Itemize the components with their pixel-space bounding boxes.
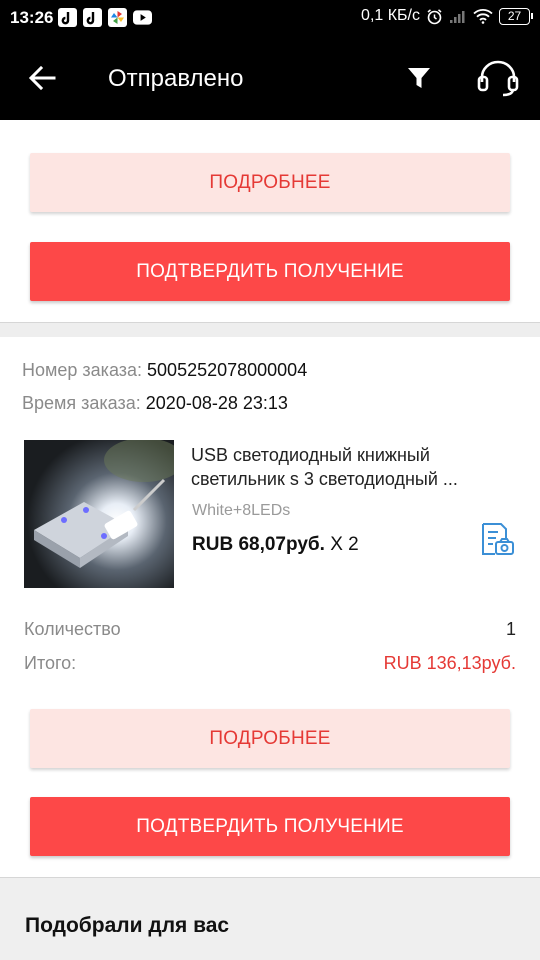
signal-icon bbox=[450, 10, 465, 23]
page-title: Отправлено bbox=[108, 65, 244, 92]
section-gap bbox=[0, 323, 540, 337]
product-variant: White+8LEDs bbox=[192, 502, 291, 519]
headset-icon[interactable] bbox=[476, 58, 520, 98]
quantity-label: Количество bbox=[24, 619, 121, 639]
back-arrow-icon[interactable] bbox=[26, 62, 58, 94]
product-price-row: RUB 68,07руб. X 2 bbox=[192, 534, 359, 556]
details-button[interactable]: ПОДРОБНЕЕ bbox=[30, 709, 510, 768]
photo-receipt-icon[interactable] bbox=[479, 521, 515, 557]
confirm-receipt-button[interactable]: ПОДТВЕРДИТЬ ПОЛУЧЕНИЕ bbox=[30, 797, 510, 856]
order-time-value: 2020-08-28 23:13 bbox=[145, 393, 288, 413]
product-image[interactable] bbox=[24, 440, 174, 588]
order-number-value: 5005252078000004 bbox=[147, 360, 308, 380]
total-value: RUB 136,13руб. bbox=[383, 653, 516, 673]
recommendations-section: Подобрали для вас bbox=[0, 878, 540, 960]
notification-icons bbox=[58, 8, 152, 27]
tiktok-icon bbox=[83, 8, 102, 27]
status-time: 13:26 bbox=[10, 8, 54, 27]
product-title[interactable]: USB светодиодный книжный светильник s 3 … bbox=[191, 443, 516, 491]
product-multiplier: X 2 bbox=[330, 534, 359, 555]
tiktok-icon bbox=[58, 8, 77, 27]
quantity-row: Количество 1 bbox=[24, 619, 516, 640]
order-number-label: Номер заказа: bbox=[22, 360, 143, 380]
app-bar: Отправлено bbox=[0, 36, 540, 120]
network-speed: 0,1 КБ/с bbox=[361, 7, 420, 24]
product-price: RUB 68,07руб. bbox=[192, 534, 325, 555]
status-bar: 13:26 0,1 КБ/с 27 bbox=[0, 0, 540, 36]
order-time-row: Время заказа: 2020-08-28 23:13 bbox=[22, 393, 288, 414]
order-number-row: Номер заказа: 5005252078000004 bbox=[22, 360, 307, 381]
recommendations-title: Подобрали для вас bbox=[25, 914, 230, 937]
youtube-icon bbox=[133, 8, 152, 27]
status-right: 0,1 КБ/с 27 bbox=[361, 7, 533, 25]
alarm-icon bbox=[427, 8, 442, 24]
quantity-value: 1 bbox=[505, 619, 516, 639]
details-button[interactable]: ПОДРОБНЕЕ bbox=[30, 153, 510, 212]
battery-icon: 27 bbox=[499, 7, 533, 25]
wifi-icon bbox=[473, 9, 493, 24]
total-label: Итого: bbox=[24, 653, 77, 673]
total-row: Итого: RUB 136,13руб. bbox=[24, 653, 516, 674]
confirm-receipt-button[interactable]: ПОДТВЕРДИТЬ ПОЛУЧЕНИЕ bbox=[30, 242, 510, 301]
order-time-label: Время заказа: bbox=[22, 393, 141, 413]
filter-icon[interactable] bbox=[405, 64, 433, 92]
product-title-text: USB светодиодный книжный светильник s 3 … bbox=[191, 445, 458, 489]
pinwheel-app-icon bbox=[108, 8, 127, 27]
